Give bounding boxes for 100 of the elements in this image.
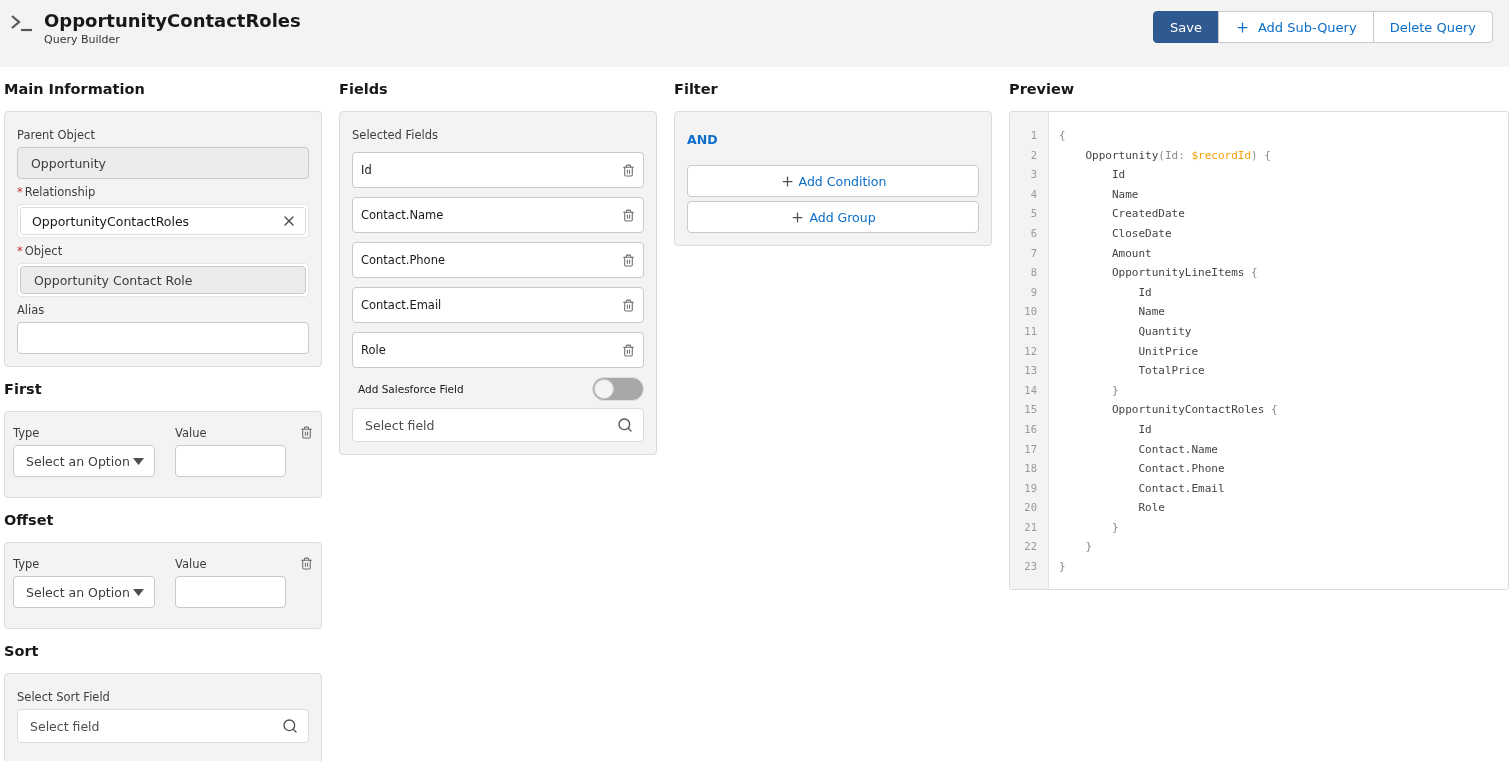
value-input[interactable] bbox=[175, 445, 286, 477]
line-number: 17 bbox=[1023, 442, 1038, 457]
line-number: 1 bbox=[1029, 129, 1038, 143]
line-number: 16 bbox=[1023, 422, 1038, 437]
required-asterisk: * bbox=[17, 244, 23, 258]
trash-icon[interactable] bbox=[300, 557, 313, 570]
label-text: Alias bbox=[17, 303, 45, 317]
toggle-switch[interactable] bbox=[592, 377, 644, 401]
code-line: Opportunity(Id: $recordId) { bbox=[1084, 148, 1272, 164]
logic-operator[interactable]: AND bbox=[687, 132, 979, 147]
line-number: 8 bbox=[1029, 266, 1038, 281]
code-line: CloseDate bbox=[1110, 226, 1173, 242]
line-number: 5 bbox=[1029, 207, 1038, 222]
line-number: 11 bbox=[1023, 324, 1038, 339]
line-number: 15 bbox=[1023, 403, 1038, 418]
line-number: 20 bbox=[1023, 501, 1038, 516]
section-heading: Main Information bbox=[4, 80, 146, 99]
selected-field[interactable]: Contact.Email bbox=[352, 287, 644, 323]
line-number: 2 bbox=[1029, 148, 1038, 163]
line-number: 13 bbox=[1023, 364, 1038, 379]
terminal-icon bbox=[10, 14, 34, 32]
page-subtitle: Query Builder bbox=[44, 33, 121, 46]
code-line: Id bbox=[1110, 168, 1127, 184]
line-number: 12 bbox=[1023, 344, 1038, 359]
code-line: UnitPrice bbox=[1137, 344, 1200, 360]
value-input[interactable] bbox=[175, 576, 286, 608]
code-line: Contact.Name bbox=[1137, 442, 1219, 458]
add-button[interactable]: Add Group bbox=[687, 201, 979, 233]
line-number: 18 bbox=[1023, 462, 1038, 477]
field-label: Type bbox=[13, 426, 41, 440]
search-field[interactable]: Select field bbox=[352, 408, 644, 442]
code-line: Contact.Email bbox=[1137, 481, 1226, 497]
code-line: Name bbox=[1137, 305, 1166, 321]
trash-icon[interactable] bbox=[622, 343, 635, 357]
delete-query-button[interactable]: Delete Query bbox=[1372, 11, 1493, 43]
lookup-field[interactable]: OpportunityContactRoles bbox=[20, 207, 306, 235]
label-text: Relationship bbox=[24, 185, 96, 199]
code-line: } bbox=[1059, 560, 1067, 576]
label-text: Object bbox=[24, 244, 63, 258]
line-number: 6 bbox=[1029, 226, 1038, 241]
line-number: 23 bbox=[1023, 560, 1038, 575]
page-title: OpportunityContactRoles bbox=[44, 10, 301, 31]
line-number: 7 bbox=[1029, 246, 1038, 261]
code-line: CreatedDate bbox=[1110, 207, 1186, 223]
code-line: Amount bbox=[1110, 246, 1153, 262]
selected-field[interactable]: Role bbox=[352, 332, 644, 368]
trash-icon[interactable] bbox=[622, 253, 635, 267]
plus-icon bbox=[1234, 19, 1250, 35]
section-heading: Preview bbox=[1009, 80, 1076, 99]
search-icon bbox=[617, 417, 633, 433]
required-asterisk: * bbox=[17, 185, 23, 199]
plus-icon bbox=[779, 173, 795, 189]
save-button[interactable]: Save bbox=[1153, 11, 1219, 43]
line-number: 19 bbox=[1023, 481, 1038, 496]
line-number: 21 bbox=[1023, 520, 1038, 535]
field-label: Selected Fields bbox=[352, 128, 440, 142]
code-line: } bbox=[1110, 383, 1120, 399]
trash-icon[interactable] bbox=[622, 163, 635, 177]
caret-icon bbox=[133, 457, 144, 465]
selected-field[interactable]: Id bbox=[352, 152, 644, 188]
field-label: Value bbox=[175, 426, 208, 440]
line-number: 10 bbox=[1023, 305, 1038, 320]
add-button[interactable]: Add Condition bbox=[687, 165, 979, 197]
code-line: Name bbox=[1110, 187, 1140, 203]
toggle-label: Add Salesforce Field bbox=[358, 383, 464, 395]
code-line: { bbox=[1059, 129, 1067, 144]
add-sub-query-button[interactable]: Add Sub-Query bbox=[1217, 11, 1374, 43]
caret-icon bbox=[133, 588, 144, 596]
section-heading: Filter bbox=[674, 80, 719, 99]
trash-icon[interactable] bbox=[300, 426, 313, 439]
search-field[interactable]: Select field bbox=[17, 709, 309, 743]
code-line: OpportunityLineItems { bbox=[1110, 266, 1259, 282]
line-number: 22 bbox=[1023, 540, 1038, 555]
search-icon bbox=[282, 718, 298, 734]
trash-icon[interactable] bbox=[622, 208, 635, 222]
type-dropdown[interactable]: Select an Option bbox=[13, 576, 155, 608]
code-line: Role bbox=[1137, 501, 1166, 517]
code-line: Id bbox=[1137, 422, 1153, 438]
section-heading: First bbox=[4, 380, 43, 399]
line-number: 3 bbox=[1029, 168, 1038, 183]
code-line: } bbox=[1110, 520, 1120, 536]
code-line: OpportunityContactRoles { bbox=[1110, 403, 1279, 419]
plus-icon bbox=[790, 209, 806, 225]
input-field[interactable] bbox=[17, 322, 309, 354]
selected-field[interactable]: Contact.Name bbox=[352, 197, 644, 233]
code-line: Quantity bbox=[1137, 324, 1193, 340]
line-number: 4 bbox=[1029, 187, 1038, 202]
selected-field[interactable]: Contact.Phone bbox=[352, 242, 644, 278]
section-heading: Sort bbox=[4, 642, 40, 661]
line-number: 14 bbox=[1023, 383, 1038, 398]
trash-icon[interactable] bbox=[622, 298, 635, 312]
field-label: Type bbox=[13, 557, 41, 571]
type-dropdown[interactable]: Select an Option bbox=[13, 445, 155, 477]
readonly-field: Opportunity bbox=[17, 147, 309, 179]
section-heading: Offset bbox=[4, 511, 55, 530]
label-text: Parent Object bbox=[17, 128, 95, 142]
code-line: Id bbox=[1137, 285, 1153, 301]
code-line: } bbox=[1084, 540, 1094, 556]
code-line: TotalPrice bbox=[1137, 364, 1206, 380]
section-heading: Fields bbox=[339, 80, 389, 99]
